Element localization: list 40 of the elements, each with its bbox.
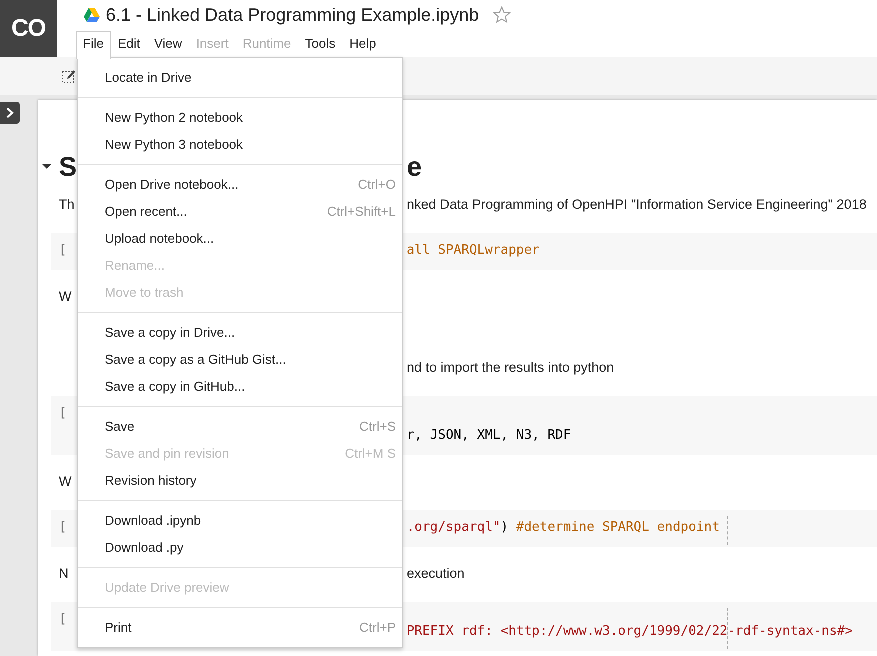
menu-item[interactable]: Save a copy in Drive... <box>78 319 402 346</box>
drive-icon <box>84 8 100 22</box>
text-paragraph: nd to import the results into python <box>407 360 614 375</box>
menu-bar-item[interactable]: Edit <box>110 31 148 57</box>
menu-item[interactable]: Open Drive notebook... Ctrl+O <box>78 171 402 198</box>
colab-logo[interactable]: CO <box>0 0 57 57</box>
menu-item[interactable]: New Python 2 notebook <box>78 104 402 131</box>
menu-item[interactable]: Save a copy as a GitHub Gist... <box>78 346 402 373</box>
chevron-right-icon <box>5 107 15 119</box>
text-paragraph: Th <box>59 197 75 212</box>
menu-bar-item[interactable]: File <box>76 31 111 59</box>
sidebar-toggle-button[interactable] <box>0 102 20 124</box>
menu-item[interactable]: Save Ctrl+S <box>78 413 402 440</box>
section-heading: S <box>59 152 78 182</box>
run-bracket: [ <box>59 611 67 629</box>
menu-bar-item[interactable]: Tools <box>298 31 343 57</box>
code-line: .org/sparql") #determine SPARQL endpoint <box>406 520 720 535</box>
section-heading: e <box>407 152 422 182</box>
menu-item[interactable]: New Python 3 notebook <box>78 131 402 158</box>
code-line: all SPARQLwrapper <box>406 243 540 258</box>
text-paragraph: execution <box>407 566 465 581</box>
menu-item[interactable]: Open recent... Ctrl+Shift+L <box>78 198 402 225</box>
code-line: PREFIX rdf: <http://www.w3.org/1999/02/22-rdf-syntax-ns#> <box>406 624 853 639</box>
menu-item[interactable]: Download .ipynb <box>78 507 402 534</box>
notebook-title[interactable]: 6.1 - Linked Data Programming Example.ipynb <box>106 4 480 26</box>
menu-item[interactable]: Revision history <box>78 467 402 494</box>
text-paragraph: W <box>59 474 72 489</box>
text-paragraph: nked Data Programming of OpenHPI "Information Service Engineering" 2018 <box>407 197 867 212</box>
menu-bar-item[interactable]: Help <box>342 31 384 57</box>
run-bracket: [ <box>59 519 67 537</box>
run-bracket: [ <box>59 405 67 423</box>
text-paragraph: N <box>59 566 69 581</box>
menu-bar-item[interactable]: View <box>147 31 190 57</box>
edit-icon[interactable] <box>62 69 76 83</box>
star-icon[interactable] <box>493 6 512 24</box>
menu-item[interactable]: Print Ctrl+P <box>78 614 402 641</box>
collapse-caret-icon[interactable] <box>42 161 52 171</box>
text-paragraph: W <box>59 289 72 304</box>
code-line: r, JSON, XML, N3, RDF <box>406 428 572 443</box>
run-bracket: [ <box>59 242 67 260</box>
